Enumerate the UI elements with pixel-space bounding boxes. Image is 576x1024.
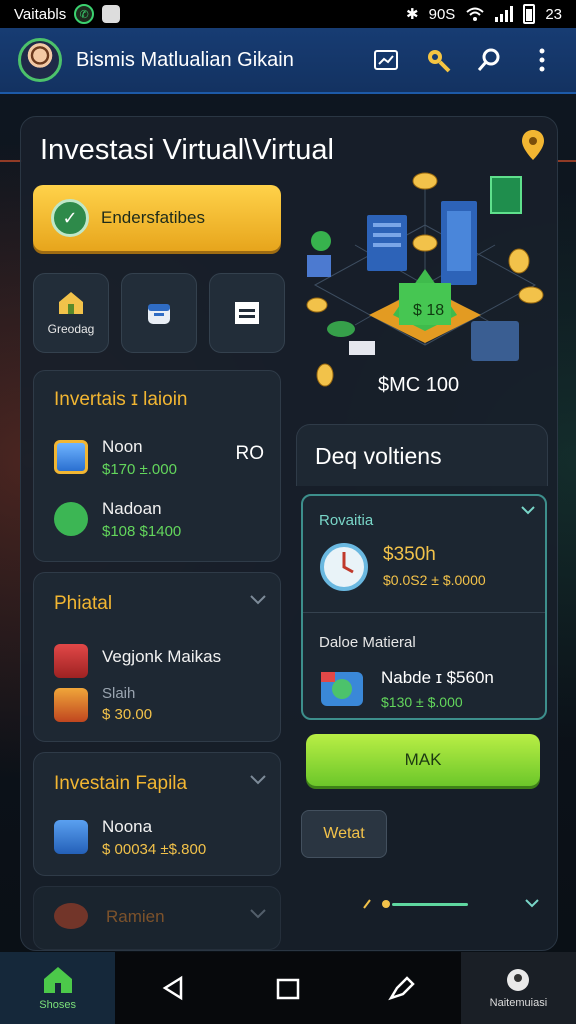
- status-carrier: Vaitabls: [14, 5, 67, 23]
- mark-button[interactable]: MAK: [306, 734, 540, 786]
- card-icon: [54, 440, 88, 474]
- search-icon[interactable]: [474, 44, 506, 76]
- item-name: Noon: [102, 437, 143, 456]
- nav-profile-label: Naitemuiasi: [489, 997, 548, 1009]
- list-item[interactable]: Nadoan $108 $1400: [54, 499, 181, 540]
- wifi-icon: [466, 7, 484, 21]
- backdrop-line: [0, 160, 22, 162]
- card-side-value: RO: [235, 443, 265, 464]
- clock-range: $0.0Ѕ2 ± $.0000: [383, 572, 486, 588]
- progress-slider[interactable]: [362, 894, 542, 914]
- primary-action-label: Endersfatibes: [101, 208, 205, 227]
- chevron-down-icon[interactable]: [521, 506, 535, 516]
- nav-back[interactable]: [115, 952, 230, 1024]
- item-value: $170 ±.000: [102, 461, 177, 478]
- detail-section-title: Daloe Matieral: [319, 634, 416, 651]
- bluetooth-icon: ✱: [406, 6, 419, 23]
- list-item[interactable]: Noon $170 ±.000: [54, 437, 177, 478]
- item-name: Nadoan: [102, 499, 162, 518]
- list-item[interactable]: Vegjonk Maikas: [54, 641, 221, 678]
- more-menu-icon[interactable]: [526, 44, 558, 76]
- wallet-icon: [54, 688, 88, 722]
- watch-button[interactable]: Wetat: [301, 810, 387, 858]
- tile-document[interactable]: [209, 273, 285, 353]
- backdrop-line: [556, 160, 576, 162]
- ramien-card: Ramien: [33, 886, 281, 950]
- whatsapp-icon: ✆: [74, 4, 95, 24]
- home-icon: [43, 967, 72, 993]
- quick-tiles: Greodag: [33, 273, 285, 353]
- item-value: $ 30.00: [102, 706, 153, 723]
- card-icon: [54, 903, 88, 929]
- page-title: Investasi Virtual\Virtual: [40, 134, 334, 166]
- investment-illustration: $ 18: [306, 172, 544, 387]
- wallet-icon: [148, 304, 170, 324]
- item-name: Vegjonk Maikas: [102, 647, 222, 666]
- detail-subheader: Rovaitia: [319, 512, 374, 529]
- illustration-amount: $MC 100: [378, 374, 460, 396]
- nav-profile[interactable]: Naitemuiasi: [460, 952, 576, 1024]
- clock-icon: [320, 543, 368, 591]
- primary-action-button[interactable]: ✓ Endersfatibes: [33, 185, 281, 251]
- card-title: Invertais ɪ laioin: [54, 389, 188, 410]
- card-icon: [54, 820, 88, 854]
- card-title: Investain Fapila: [54, 773, 188, 794]
- investasi-card: Invertais ɪ laioin RO Noon $170 ±.000 Na…: [33, 370, 281, 562]
- item-value: $108 $1400: [102, 523, 182, 540]
- cell-signal-icon: [495, 6, 514, 22]
- chevron-down-icon[interactable]: [250, 595, 266, 605]
- nav-recents[interactable]: [230, 952, 345, 1024]
- edit-icon: [388, 976, 415, 1001]
- notification-icon: [102, 5, 121, 23]
- search-key-icon[interactable]: [422, 44, 454, 76]
- chart-icon[interactable]: [370, 44, 402, 76]
- item-value: $ 00034 ±$.800: [102, 841, 207, 858]
- clock-amount: $350h: [383, 544, 436, 565]
- card-title: Phiatal: [54, 593, 113, 614]
- nav-home[interactable]: Shoses: [0, 952, 116, 1024]
- shield-icon: ✓: [51, 199, 89, 237]
- back-icon: [162, 975, 183, 1001]
- nav-edit[interactable]: [346, 952, 461, 1024]
- location-pin-icon[interactable]: [520, 128, 546, 162]
- status-bar: Vaitabls ✆ ✱ 90S 23: [0, 0, 576, 28]
- document-icon: [235, 302, 259, 324]
- detail-item-value: $130 ± $.000: [381, 694, 463, 710]
- tile-greodag[interactable]: Greodag: [33, 273, 109, 353]
- app-bar: Bismis Matlualian Gikain: [0, 28, 576, 94]
- recents-icon: [276, 978, 300, 1000]
- divider: [303, 612, 545, 613]
- svg-text:$ 18: $ 18: [413, 302, 444, 319]
- camera-icon: [321, 672, 363, 706]
- money-icon: [54, 502, 88, 536]
- app-title: Bismis Matlualian Gikain: [76, 48, 294, 71]
- list-item[interactable]: Noona $ 00034 ±$.800: [54, 817, 206, 858]
- profile-icon: [507, 969, 530, 991]
- item-name: Slaih: [102, 685, 136, 702]
- detail-card: Rovaitia $350h $0.0Ѕ2 ± $.0000 Daloe Mat…: [301, 494, 547, 720]
- chevron-down-icon[interactable]: [250, 775, 266, 785]
- home-icon: [59, 292, 83, 314]
- avatar[interactable]: [18, 38, 62, 82]
- phiatal-card: Phiatal Vegjonk Maikas Slaih $ 30.00: [33, 572, 281, 742]
- tile-wallet[interactable]: [121, 273, 197, 353]
- signal-text: 90S: [428, 5, 456, 23]
- list-item[interactable]: Slaih $ 30.00: [54, 685, 152, 723]
- bottom-navigation: Shoses Naitemuiasi: [0, 952, 576, 1024]
- detail-item-name: Nabde ɪ $560n: [381, 668, 494, 687]
- battery-icon: [523, 4, 536, 24]
- item-name: Noona: [102, 817, 153, 836]
- tile-label: Greodag: [47, 322, 95, 336]
- nav-home-label: Shoses: [39, 999, 76, 1011]
- cart-icon: [54, 644, 88, 678]
- chevron-down-icon[interactable]: [250, 909, 266, 919]
- card-title: Ramien: [106, 907, 165, 926]
- section-header: Deq voltiens: [296, 424, 548, 486]
- status-time: 23: [545, 5, 562, 23]
- tapila-card: Investain Fapila Noona $ 00034 ±$.800: [33, 752, 281, 876]
